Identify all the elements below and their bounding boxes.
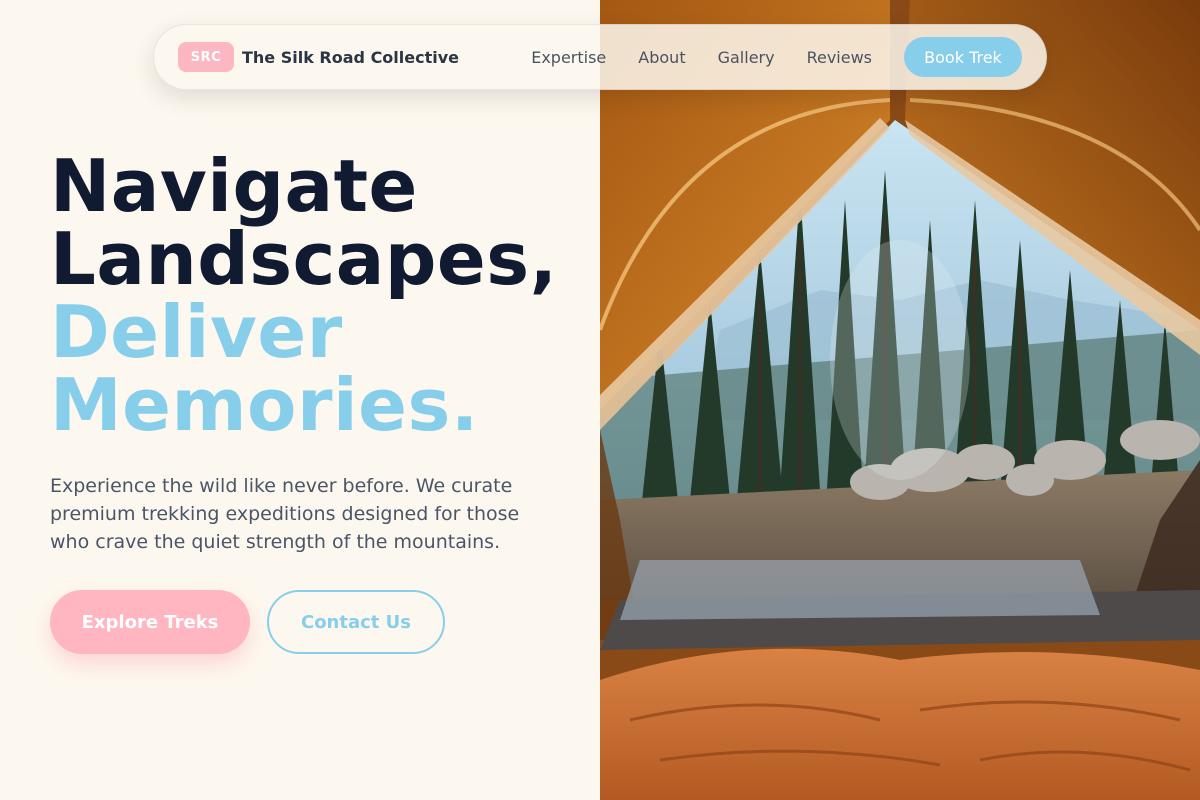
nav-link-reviews[interactable]: Reviews (807, 48, 872, 67)
headline-line-4: Memories. (50, 363, 479, 447)
nav-link-gallery[interactable]: Gallery (718, 48, 775, 67)
contact-us-button[interactable]: Contact Us (267, 590, 445, 654)
hero-section: Navigate Landscapes, Deliver Memories. E… (50, 150, 590, 654)
nav-links: Expertise About Gallery Reviews Book Tre… (531, 37, 1022, 77)
hero-subtext: Experience the wild like never before. W… (50, 475, 520, 553)
hero-actions: Explore Treks Contact Us (50, 590, 590, 654)
explore-treks-button[interactable]: Explore Treks (50, 590, 250, 654)
brand-logo[interactable]: SRC The Silk Road Collective (178, 42, 459, 72)
brand-name: The Silk Road Collective (242, 47, 460, 67)
nav-link-about[interactable]: About (638, 48, 685, 67)
headline-line-3: Deliver (50, 290, 343, 374)
book-trek-button[interactable]: Book Trek (904, 37, 1022, 77)
top-nav-bar: SRC The Silk Road Collective Expertise A… (153, 24, 1047, 90)
headline-line-1: Navigate (50, 144, 418, 228)
headline-line-2: Landscapes, (50, 217, 558, 301)
nav-link-expertise[interactable]: Expertise (531, 48, 606, 67)
brand-badge: SRC (178, 42, 234, 72)
hero-tent-photo (600, 0, 1200, 800)
hero-headline: Navigate Landscapes, Deliver Memories. (50, 150, 590, 442)
